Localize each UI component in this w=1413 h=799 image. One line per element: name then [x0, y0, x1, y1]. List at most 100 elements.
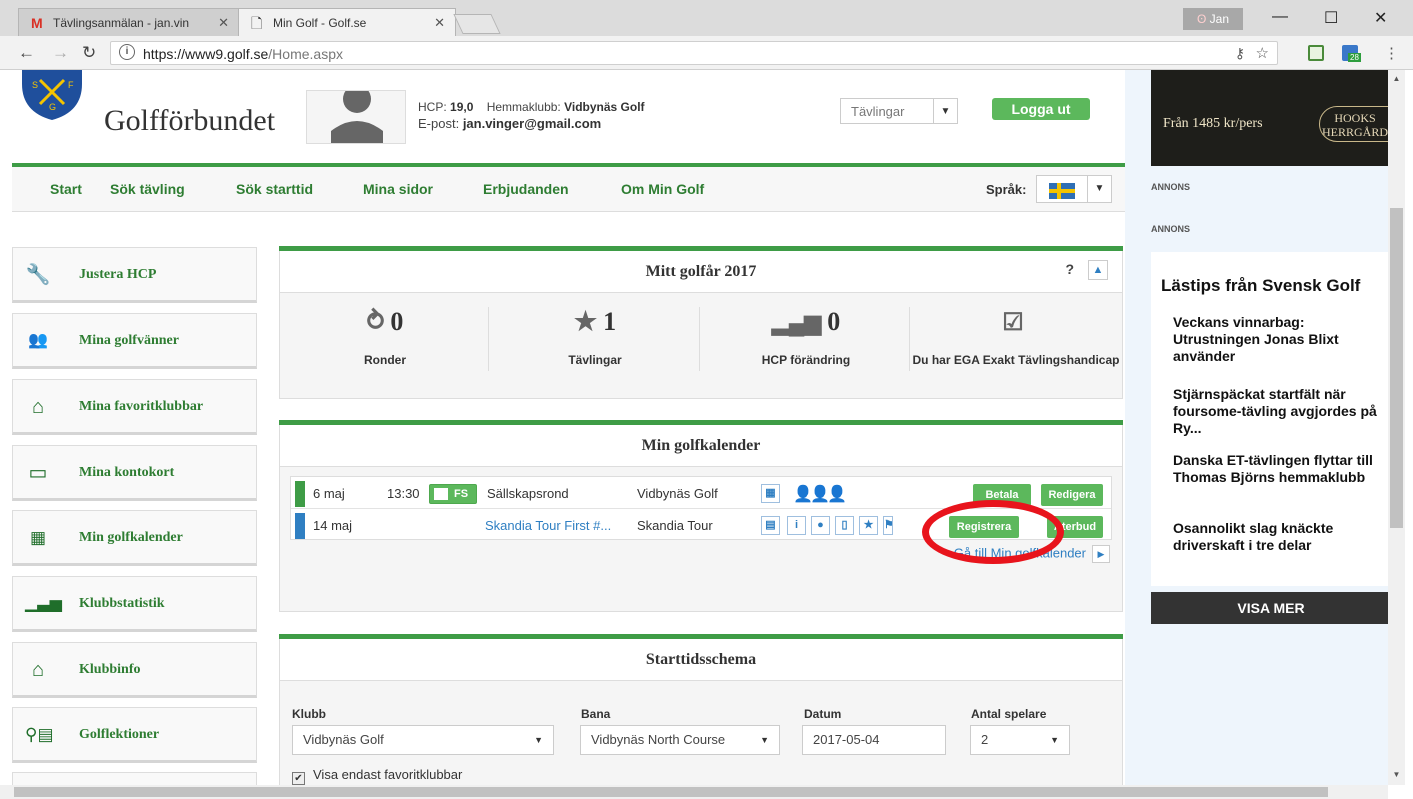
- new-tab-button[interactable]: [453, 14, 501, 34]
- maximize-icon[interactable]: ☐: [1324, 8, 1338, 28]
- ad-brand: HOOKS HERRGÅRD: [1319, 106, 1391, 142]
- stat-tavlingar: ★ 1 Tävlingar: [490, 297, 700, 385]
- event-date: 6 maj: [313, 486, 345, 501]
- tavlingar-select[interactable]: Tävlingar ▼: [840, 98, 958, 124]
- key-icon[interactable]: ⚷: [1235, 45, 1245, 62]
- avatar[interactable]: [306, 90, 406, 144]
- datum-input[interactable]: 2017-05-04: [802, 725, 946, 755]
- calendar-list: 6 maj 13:30 FS Sällskapsrond Vidbynäs Go…: [290, 476, 1112, 540]
- tip-link[interactable]: Veckans vinnarbag: Utrustningen Jonas Bl…: [1173, 314, 1391, 365]
- close-icon[interactable]: ✕: [218, 9, 229, 36]
- id-card-icon[interactable]: ▤: [761, 516, 780, 535]
- nav-sok-starttid[interactable]: Sök starttid: [236, 181, 313, 197]
- star-icon[interactable]: ★: [859, 516, 878, 535]
- window-close-icon[interactable]: ✕: [1374, 8, 1387, 28]
- visa-mer-button[interactable]: VISA MER: [1151, 592, 1391, 624]
- annons-label: ANNONS: [1151, 224, 1191, 234]
- tip-link[interactable]: Stjärnspäckat startfält när foursome-täv…: [1173, 386, 1391, 437]
- nav-start[interactable]: Start: [50, 181, 82, 197]
- registrera-button[interactable]: Registrera: [949, 516, 1019, 538]
- close-icon[interactable]: ✕: [434, 9, 445, 36]
- profile-name: Jan: [1209, 12, 1230, 26]
- sidebar-item-kontokort[interactable]: ▭ Mina kontokort: [12, 445, 257, 501]
- flag-icon[interactable]: ⚑: [883, 516, 893, 535]
- lastips-title: Lästips från Svensk Golf: [1161, 276, 1361, 295]
- help-icon[interactable]: ?: [1065, 261, 1074, 277]
- user-icon[interactable]: ●: [811, 516, 830, 535]
- info-icon[interactable]: i: [787, 516, 806, 535]
- row-stripe: [295, 481, 305, 507]
- logout-button[interactable]: Logga ut: [992, 98, 1090, 120]
- checkbox[interactable]: ✔: [292, 772, 305, 785]
- info-icon[interactable]: i: [119, 44, 135, 60]
- sidebar-item-golfvanner[interactable]: 👥 Mina golfvänner: [12, 313, 257, 369]
- minimize-icon[interactable]: —: [1272, 8, 1288, 26]
- reload-icon[interactable]: ↻: [82, 43, 96, 63]
- vertical-scrollbar[interactable]: ▲ ▼: [1388, 70, 1405, 785]
- favoritklubbar-checkbox-row[interactable]: ✔ Visa endast favoritklubbar: [292, 767, 462, 785]
- browser-tab-gmail[interactable]: M Tävlingsanmälan - jan.vin ✕: [18, 8, 240, 36]
- sidebar-item-justera-hcp[interactable]: 🔧 Justera HCP: [12, 247, 257, 303]
- horizontal-scrollbar[interactable]: [0, 785, 1388, 799]
- stat-ronder: ⥁ 0 Ronder: [280, 297, 490, 385]
- tip-link[interactable]: Danska ET-tävlingen flyttar till Thomas …: [1173, 452, 1391, 486]
- chevron-up-icon[interactable]: ▲: [1088, 260, 1108, 280]
- event-name[interactable]: Sällskapsrond: [487, 486, 569, 501]
- scroll-thumb[interactable]: [14, 787, 1328, 797]
- klubb-label: Klubb: [292, 707, 326, 721]
- antal-spelare-select[interactable]: 2 ▼: [970, 725, 1070, 755]
- email-value: jan.vinger@gmail.com: [462, 116, 602, 131]
- klubb-select[interactable]: Vidbynäs Golf ▼: [292, 725, 554, 755]
- scroll-up-icon[interactable]: ▲: [1388, 74, 1405, 83]
- nav-om-min-golf[interactable]: Om Min Golf: [621, 181, 704, 197]
- document-icon[interactable]: ▯: [835, 516, 854, 535]
- club-value: Vidbynäs Golf: [564, 100, 645, 114]
- nav-sok-tavling[interactable]: Sök tävling: [110, 181, 185, 197]
- aterbud-button[interactable]: Återbud: [1047, 516, 1103, 538]
- browser-tab-mingolf[interactable]: 🗋 Min Golf - Golf.se ✕: [238, 8, 456, 36]
- calendar-icon[interactable]: ▦: [761, 484, 780, 503]
- chevron-right-icon: ▶: [1092, 545, 1110, 563]
- email-label: E-post:: [418, 116, 460, 131]
- antal-spelare-label: Antal spelare: [971, 707, 1047, 721]
- sidebar-item-label: Mina favoritklubbar: [79, 399, 204, 414]
- extension-icon[interactable]: [1308, 45, 1324, 61]
- url-path: /Home.aspx: [268, 46, 343, 62]
- hotel-ad-banner[interactable]: Från 1485 kr/pers HOOKS HERRGÅRD: [1151, 70, 1391, 166]
- address-bar: ← → ↻ i https://www9.golf.se/Home.aspx ⚷…: [0, 36, 1413, 70]
- star-icon: ★: [573, 307, 598, 336]
- profile-badge[interactable]: ʘ Jan: [1183, 8, 1243, 30]
- scroll-down-icon[interactable]: ▼: [1388, 770, 1405, 779]
- redigera-button[interactable]: Redigera: [1041, 484, 1103, 506]
- bana-select[interactable]: Vidbynäs North Course ▼: [580, 725, 780, 755]
- menu-dots-icon[interactable]: ⋮: [1384, 44, 1399, 62]
- tab-label: Tävlingsanmälan - jan.vin: [53, 16, 190, 30]
- card-icon: ▭: [28, 462, 48, 484]
- panel-title: Min golfkalender: [280, 425, 1122, 467]
- sidebar-item-klubbinfo[interactable]: ⌂ Klubbinfo: [12, 642, 257, 698]
- goto-golfkalender-link[interactable]: Gå till Min golfkalender ▶: [954, 545, 1110, 563]
- nav-mina-sidor[interactable]: Mina sidor: [363, 181, 433, 197]
- tavlingar-select-value: Tävlingar: [851, 104, 905, 119]
- bookmark-star-icon[interactable]: ☆: [1256, 44, 1269, 62]
- nav-erbjudanden[interactable]: Erbjudanden: [483, 181, 569, 197]
- sidebar-item-klubbstatistik[interactable]: ▁▃▅ Klubbstatistik: [12, 576, 257, 632]
- site-logo-text[interactable]: Golfförbundet: [104, 104, 275, 138]
- sidebar-item-label: Klubbinfo: [79, 662, 141, 677]
- url-input[interactable]: i https://www9.golf.se/Home.aspx ⚷ ☆: [110, 41, 1278, 65]
- tip-link[interactable]: Osannolikt slag knäckte driverskaft i tr…: [1173, 520, 1391, 554]
- language-select[interactable]: ▼: [1036, 175, 1112, 203]
- scroll-thumb[interactable]: [1390, 208, 1403, 528]
- event-name-link[interactable]: Skandia Tour First #...: [485, 518, 611, 533]
- sidebar-item-label: Min golfkalender: [79, 530, 183, 545]
- extension-badge-icon[interactable]: 28: [1342, 45, 1361, 62]
- sidebar-item-favoritklubbar[interactable]: ⌂ Mina favoritklubbar: [12, 379, 257, 435]
- page-icon: 🗋: [251, 15, 263, 31]
- back-icon[interactable]: ←: [18, 43, 35, 63]
- forward-icon[interactable]: →: [52, 43, 69, 63]
- stat-label: Du har EGA Exakt Tävlingshandicap: [912, 353, 1120, 367]
- sidebar-item-golflektioner[interactable]: ⚲▤ Golflektioner: [12, 707, 257, 763]
- antal-spelare-value: 2: [981, 732, 989, 747]
- sidebar-item-golfkalender[interactable]: ▦ Min golfkalender: [12, 510, 257, 566]
- betala-button[interactable]: Betala: [973, 484, 1031, 506]
